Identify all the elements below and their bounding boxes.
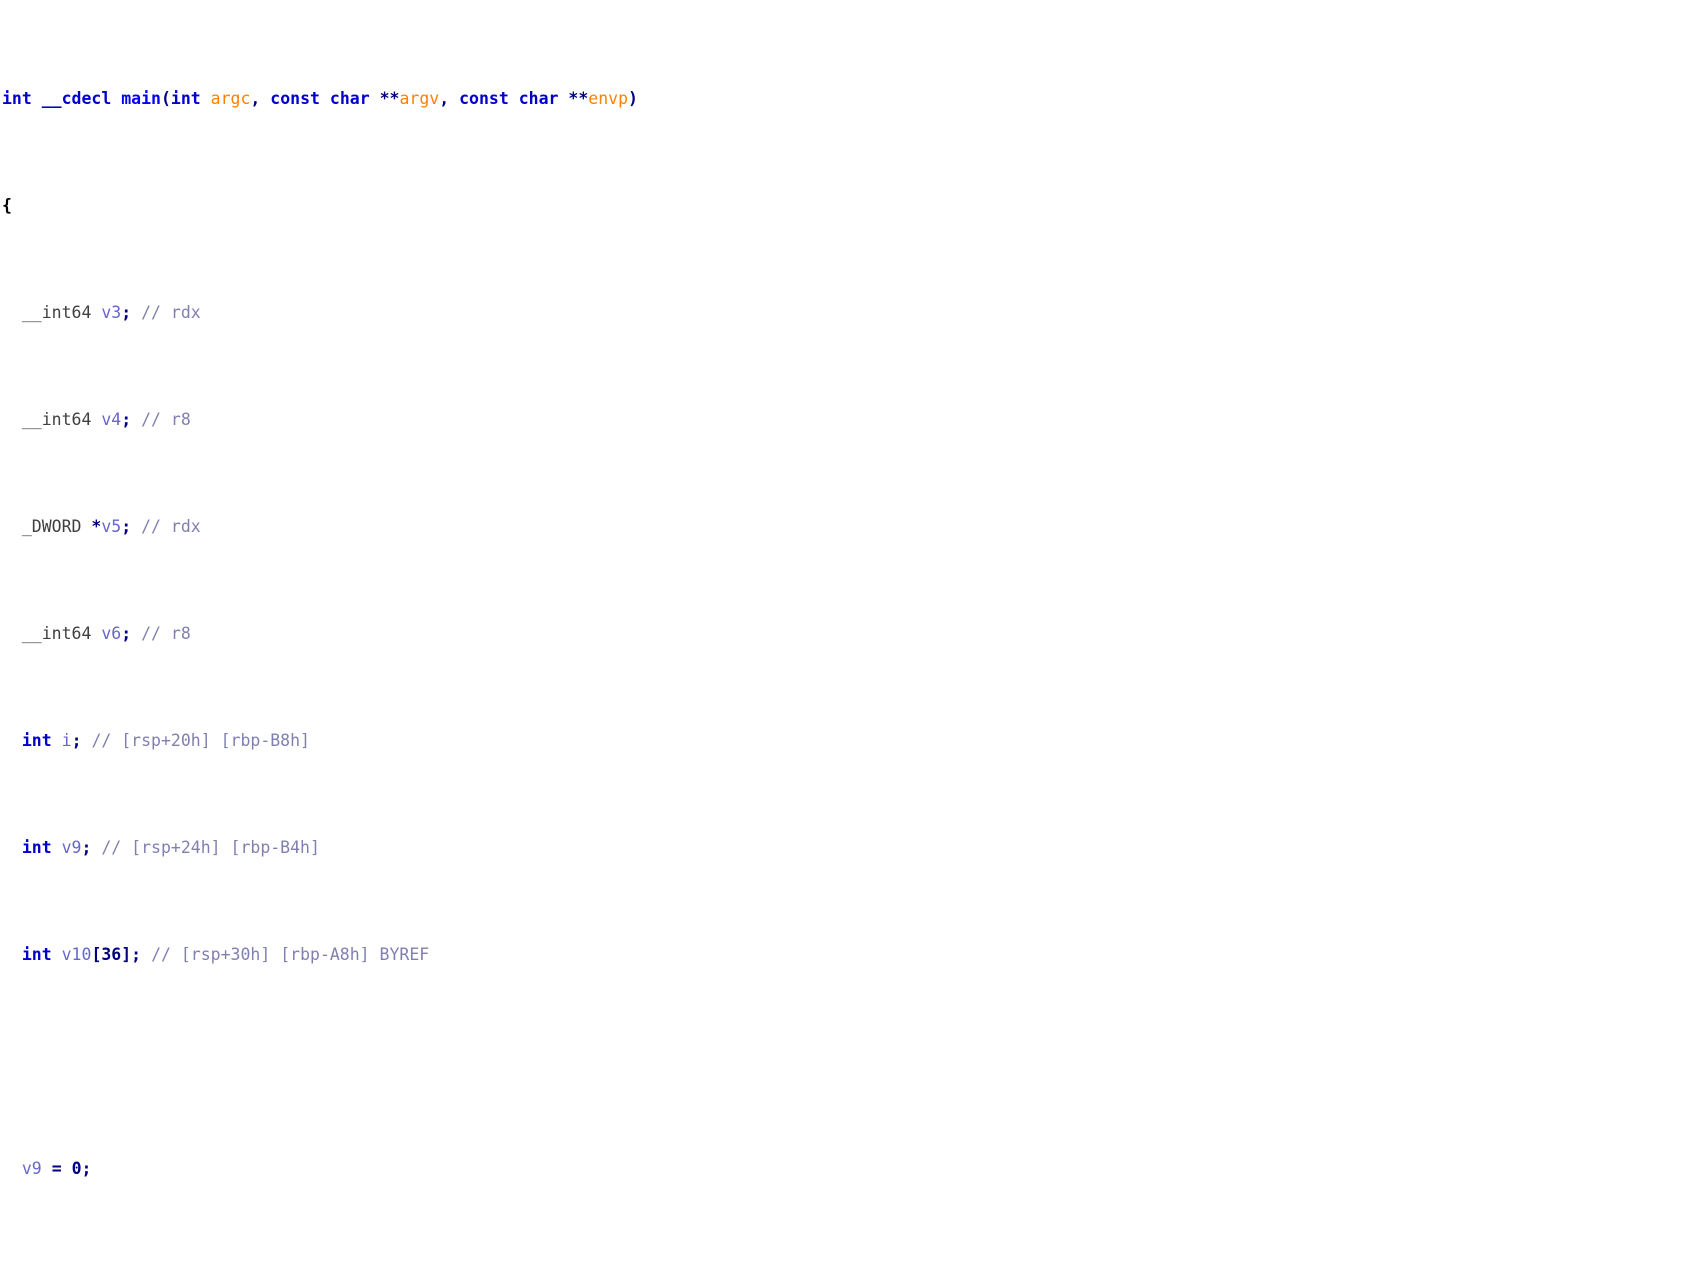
token-decl-comment: // [rsp+24h] [rbp-B4h] xyxy=(101,837,320,857)
code-line-decl-v3[interactable]: __int64 v3; // rdx xyxy=(0,302,1686,323)
token-local-v4[interactable]: v4 xyxy=(101,410,121,429)
token-local-v6[interactable]: v6 xyxy=(101,624,121,643)
token-brace-open: { xyxy=(2,195,12,215)
token-keyword: int xyxy=(21,730,52,750)
token-decl-comment: // rdx xyxy=(141,302,201,322)
token-number-zero: 0 xyxy=(71,1158,82,1178)
token-number: 36 xyxy=(101,944,122,964)
token-local-v9[interactable]: v9 xyxy=(22,1159,42,1178)
code-line-decl-v10[interactable]: int v10[36]; // [rsp+30h] [rbp-A8h] BYRE… xyxy=(0,944,1686,965)
token-local-v10[interactable]: v10 xyxy=(62,945,92,964)
token-keyword: int xyxy=(2,88,32,108)
token-local-v5[interactable]: v5 xyxy=(101,517,121,536)
token-calling-convention: __cdecl xyxy=(41,88,112,108)
token-decl-comment: // [rsp+30h] [rbp-A8h] BYREF xyxy=(151,944,430,964)
token-function-main[interactable]: main xyxy=(121,89,161,108)
token-local-i[interactable]: i xyxy=(62,731,72,750)
token-decl-comment: // [rsp+20h] [rbp-B8h] xyxy=(91,730,310,750)
token-arg-argc[interactable]: argc xyxy=(211,89,251,108)
token-decl-comment: // r8 xyxy=(141,623,191,643)
token-type: __int64 xyxy=(21,409,92,429)
code-line-open-brace[interactable]: { xyxy=(0,195,1686,216)
code-line-decl-i[interactable]: int i; // [rsp+20h] [rbp-B8h] xyxy=(0,730,1686,751)
token-arg-argv[interactable]: argv xyxy=(399,89,439,108)
token-decl-comment: // rdx xyxy=(141,516,201,536)
code-line-decl-v6[interactable]: __int64 v6; // r8 xyxy=(0,623,1686,644)
token-keyword: int xyxy=(21,944,52,964)
token-keyword: int xyxy=(21,837,52,857)
token-decl-comment: // r8 xyxy=(141,409,191,429)
token-local-v9[interactable]: v9 xyxy=(62,838,82,857)
code-line-decl-v9[interactable]: int v9; // [rsp+24h] [rbp-B4h] xyxy=(0,837,1686,858)
token-type: __int64 xyxy=(21,302,92,322)
token-arg-envp[interactable]: envp xyxy=(588,89,628,108)
token-type: _DWORD xyxy=(21,516,82,536)
code-line-decl-v5[interactable]: _DWORD *v5; // rdx xyxy=(0,516,1686,537)
code-line-signature[interactable]: int __cdecl main(int argc, const char **… xyxy=(0,88,1686,109)
code-line-decl-v4[interactable]: __int64 v4; // r8 xyxy=(0,409,1686,430)
pseudocode-view[interactable]: int __cdecl main(int argc, const char **… xyxy=(0,0,1686,1178)
token-local-v3[interactable]: v3 xyxy=(101,303,121,322)
code-line-assign-v9[interactable]: v9 = 0; xyxy=(0,1158,1686,1179)
token-type: __int64 xyxy=(21,623,92,643)
